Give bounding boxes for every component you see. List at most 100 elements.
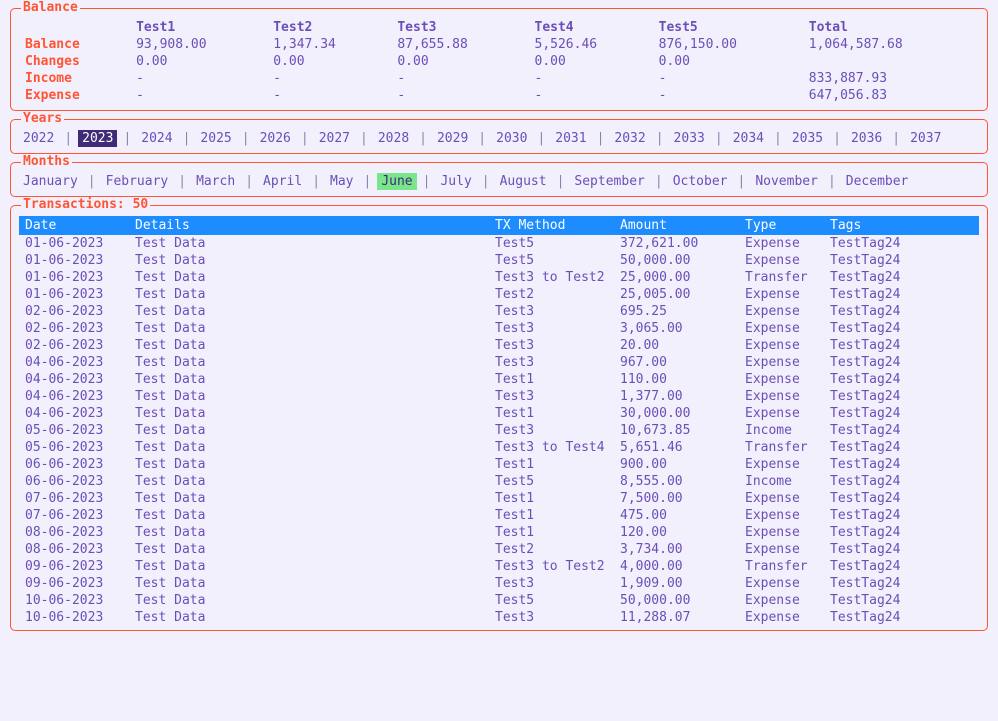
year-item-2035[interactable]: 2035: [788, 130, 827, 147]
table-row[interactable]: 04-06-2023Test DataTest3967.00ExpenseTes…: [19, 354, 979, 371]
year-item-2027[interactable]: 2027: [315, 130, 354, 147]
tx-cell-tags: TestTag24: [824, 252, 979, 269]
balance-col-5: Test5: [653, 19, 803, 36]
year-item-2024[interactable]: 2024: [137, 130, 176, 147]
table-row[interactable]: 04-06-2023Test DataTest130,000.00Expense…: [19, 405, 979, 422]
tx-cell-tags: TestTag24: [824, 575, 979, 592]
month-item-june[interactable]: June: [377, 173, 416, 190]
table-row[interactable]: 06-06-2023Test DataTest58,555.00IncomeTe…: [19, 473, 979, 490]
tx-cell-details: Test Data: [129, 269, 489, 286]
tx-cell-details: Test Data: [129, 575, 489, 592]
table-row[interactable]: 01-06-2023Test DataTest3 to Test225,000.…: [19, 269, 979, 286]
year-item-2026[interactable]: 2026: [256, 130, 295, 147]
separator: |: [306, 174, 326, 189]
balance-title: Balance: [21, 0, 80, 15]
table-row[interactable]: 07-06-2023Test DataTest1475.00ExpenseTes…: [19, 507, 979, 524]
table-row[interactable]: 04-06-2023Test DataTest31,377.00ExpenseT…: [19, 388, 979, 405]
table-row[interactable]: 04-06-2023Test DataTest1110.00ExpenseTes…: [19, 371, 979, 388]
separator: |: [413, 131, 433, 146]
month-item-july[interactable]: July: [436, 173, 475, 190]
tx-head-method[interactable]: TX Method: [489, 216, 614, 235]
year-item-2025[interactable]: 2025: [196, 130, 235, 147]
balance-cell: 876,150.00: [653, 36, 803, 53]
tx-head-date[interactable]: Date: [19, 216, 129, 235]
tx-cell-amount: 695.25: [614, 303, 739, 320]
tx-head-tags[interactable]: Tags: [824, 216, 979, 235]
tx-cell-date: 05-06-2023: [19, 439, 129, 456]
separator: |: [417, 174, 437, 189]
table-row[interactable]: 08-06-2023Test DataTest23,734.00ExpenseT…: [19, 541, 979, 558]
month-item-may[interactable]: May: [326, 173, 357, 190]
tx-cell-amount: 30,000.00: [614, 405, 739, 422]
tx-cell-amount: 11,288.07: [614, 609, 739, 626]
year-item-2030[interactable]: 2030: [492, 130, 531, 147]
table-row[interactable]: 08-06-2023Test DataTest1120.00ExpenseTes…: [19, 524, 979, 541]
table-row[interactable]: 06-06-2023Test DataTest1900.00ExpenseTes…: [19, 456, 979, 473]
table-row[interactable]: 02-06-2023Test DataTest320.00ExpenseTest…: [19, 337, 979, 354]
month-item-december[interactable]: December: [842, 173, 913, 190]
month-item-september[interactable]: September: [570, 173, 648, 190]
transactions-title: Transactions: 50: [21, 197, 150, 212]
year-item-2022[interactable]: 2022: [19, 130, 58, 147]
month-item-january[interactable]: January: [19, 173, 82, 190]
year-item-2028[interactable]: 2028: [374, 130, 413, 147]
table-row[interactable]: 05-06-2023Test DataTest3 to Test45,651.4…: [19, 439, 979, 456]
tx-cell-tags: TestTag24: [824, 524, 979, 541]
tx-cell-tags: TestTag24: [824, 507, 979, 524]
separator: |: [827, 131, 847, 146]
table-row[interactable]: 01-06-2023Test DataTest225,005.00Expense…: [19, 286, 979, 303]
year-item-2031[interactable]: 2031: [551, 130, 590, 147]
tx-cell-date: 04-06-2023: [19, 371, 129, 388]
table-row[interactable]: 01-06-2023Test DataTest550,000.00Expense…: [19, 252, 979, 269]
tx-cell-tags: TestTag24: [824, 490, 979, 507]
separator: |: [650, 131, 670, 146]
table-row[interactable]: 05-06-2023Test DataTest310,673.85IncomeT…: [19, 422, 979, 439]
table-row[interactable]: 09-06-2023Test DataTest3 to Test24,000.0…: [19, 558, 979, 575]
month-item-october[interactable]: October: [669, 173, 732, 190]
balance-cell: 0.00: [529, 53, 653, 70]
balance-cell: -: [267, 87, 391, 104]
tx-cell-type: Expense: [739, 524, 824, 541]
month-item-august[interactable]: August: [496, 173, 551, 190]
tx-cell-type: Expense: [739, 252, 824, 269]
table-row[interactable]: 01-06-2023Test DataTest5372,621.00Expens…: [19, 235, 979, 252]
tx-cell-details: Test Data: [129, 524, 489, 541]
tx-cell-details: Test Data: [129, 320, 489, 337]
table-row[interactable]: 07-06-2023Test DataTest17,500.00ExpenseT…: [19, 490, 979, 507]
table-row[interactable]: 10-06-2023Test DataTest311,288.07Expense…: [19, 609, 979, 626]
balance-cell: 1,064,587.68: [803, 36, 979, 53]
month-item-november[interactable]: November: [751, 173, 822, 190]
tx-head-amount[interactable]: Amount: [614, 216, 739, 235]
month-item-march[interactable]: March: [192, 173, 239, 190]
tx-cell-type: Expense: [739, 303, 824, 320]
tx-cell-tags: TestTag24: [824, 303, 979, 320]
year-item-2023[interactable]: 2023: [78, 130, 117, 147]
tx-cell-method: Test3: [489, 388, 614, 405]
year-item-2037[interactable]: 2037: [906, 130, 945, 147]
month-item-february[interactable]: February: [102, 173, 173, 190]
year-item-2032[interactable]: 2032: [610, 130, 649, 147]
balance-cell: 833,887.93: [803, 70, 979, 87]
tx-head-type[interactable]: Type: [739, 216, 824, 235]
tx-cell-method: Test3: [489, 337, 614, 354]
table-row[interactable]: 10-06-2023Test DataTest550,000.00Expense…: [19, 592, 979, 609]
balance-cell: -: [653, 70, 803, 87]
tx-cell-amount: 7,500.00: [614, 490, 739, 507]
year-item-2029[interactable]: 2029: [433, 130, 472, 147]
table-row[interactable]: 02-06-2023Test DataTest3695.25ExpenseTes…: [19, 303, 979, 320]
month-item-april[interactable]: April: [259, 173, 306, 190]
tx-cell-type: Expense: [739, 456, 824, 473]
year-item-2036[interactable]: 2036: [847, 130, 886, 147]
year-item-2033[interactable]: 2033: [670, 130, 709, 147]
balance-cell: 93,908.00: [130, 36, 267, 53]
balance-cell: -: [391, 70, 528, 87]
tx-head-details[interactable]: Details: [129, 216, 489, 235]
tx-cell-type: Expense: [739, 388, 824, 405]
tx-cell-details: Test Data: [129, 473, 489, 490]
separator: |: [822, 174, 842, 189]
table-row[interactable]: 09-06-2023Test DataTest31,909.00ExpenseT…: [19, 575, 979, 592]
tx-cell-date: 10-06-2023: [19, 592, 129, 609]
year-item-2034[interactable]: 2034: [729, 130, 768, 147]
balance-row-label: Changes: [19, 53, 130, 70]
table-row[interactable]: 02-06-2023Test DataTest33,065.00ExpenseT…: [19, 320, 979, 337]
